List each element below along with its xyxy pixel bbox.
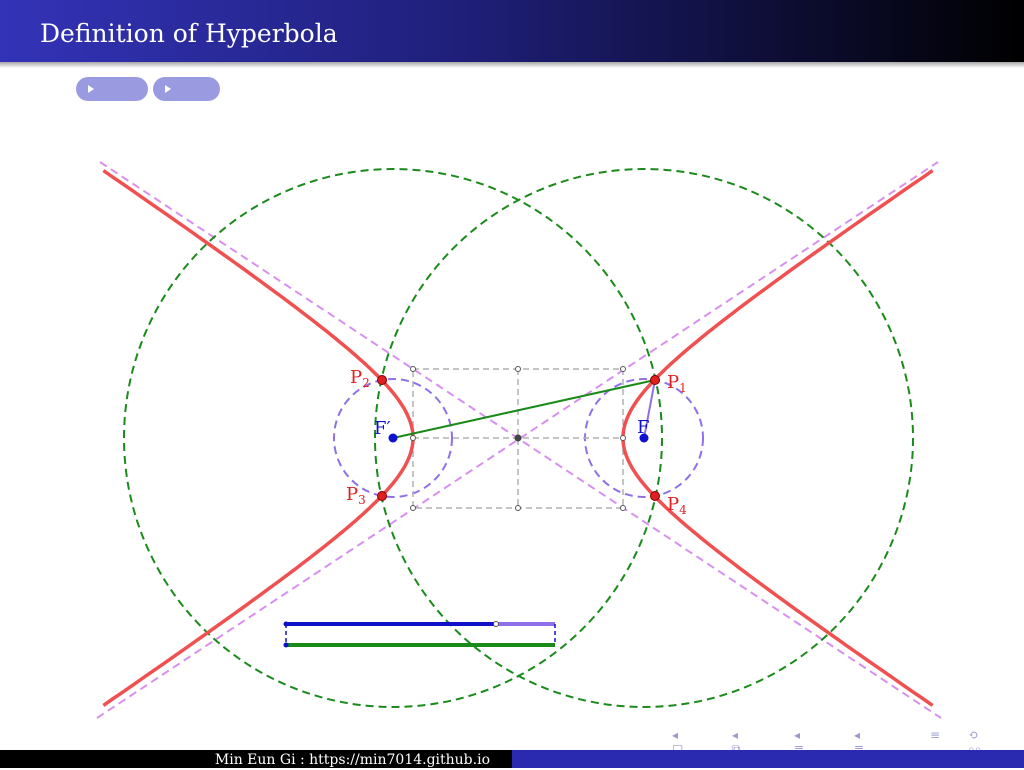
label-fprime: F′ [374, 418, 391, 439]
point-p2 [377, 375, 387, 385]
point-p4 [650, 491, 660, 501]
hyperbola-right-branch [621, 169, 934, 707]
label-p4: P4 [667, 494, 687, 517]
label-p2: P2 [350, 367, 370, 390]
label-p3: P3 [346, 484, 366, 507]
point-p3 [377, 491, 387, 501]
label-p1: P1 [667, 372, 687, 395]
segment-midpoint [493, 621, 499, 627]
nav-align-icon[interactable]: ≡ [930, 728, 940, 742]
segment-endpoint [283, 642, 289, 648]
footer-author: Min Eun Gi : https://min7014.github.io [214, 752, 490, 768]
segment-endpoint [283, 621, 289, 627]
hyperbola-diagram: P1 P2 P3 P4 F′ F [96, 161, 942, 719]
center-point [514, 434, 522, 442]
segment-fprime-p1 [392, 379, 656, 439]
label-f: F [637, 417, 650, 438]
point-p1 [650, 375, 660, 385]
footer-right [512, 750, 1024, 768]
